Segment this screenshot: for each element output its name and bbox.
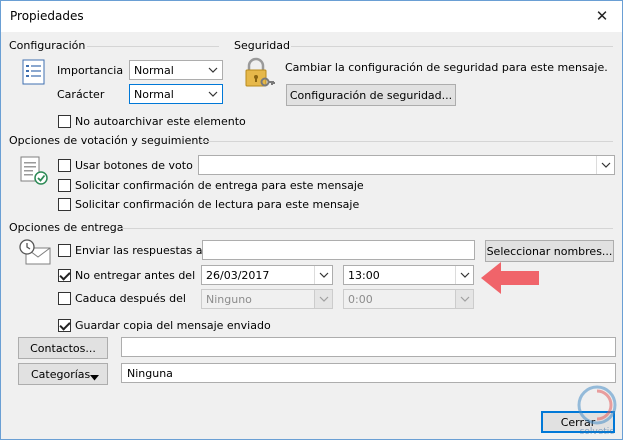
chevron-down-icon: [455, 290, 473, 308]
voting-document-icon: [18, 155, 50, 187]
chevron-down-icon: [455, 266, 473, 284]
confirm-entrega-label: Solicitar confirmación de entrega para e…: [75, 179, 364, 192]
importancia-value: Normal: [134, 64, 174, 77]
chevron-down-icon: [314, 266, 332, 284]
votacion-divider: [201, 141, 613, 142]
chevron-down-icon: [314, 290, 332, 308]
annotation-arrow-icon: [479, 260, 541, 296]
no-entregar-date-select[interactable]: 26/03/2017: [201, 265, 333, 285]
caduca-date-select[interactable]: Ninguno: [201, 289, 333, 309]
categories-button[interactable]: Categorías: [18, 363, 108, 385]
delivery-clock-envelope-icon: [18, 238, 52, 268]
seguridad-divider: [291, 46, 613, 47]
chevron-down-icon: [204, 61, 222, 79]
guardar-copia-label: Guardar copia del mensaje enviado: [75, 319, 271, 332]
entrega-title: Opciones de entrega: [9, 221, 124, 234]
chevron-down-icon: [596, 156, 614, 174]
caracter-select[interactable]: Normal: [129, 84, 223, 104]
confirm-entrega-checkbox[interactable]: [58, 179, 71, 192]
window-title: Propiedades: [10, 9, 84, 23]
entrega-divider: [119, 228, 613, 229]
contacts-input[interactable]: [121, 337, 616, 357]
security-settings-button-label: Configuración de seguridad...: [289, 88, 453, 102]
caracter-label: Carácter: [57, 88, 105, 101]
categories-button-label: Categorías: [31, 367, 91, 381]
confirm-lectura-checkbox[interactable]: [58, 198, 71, 211]
no-entregar-time-value: 13:00: [348, 269, 380, 282]
usar-botones-label: Usar botones de voto: [75, 159, 193, 172]
importancia-label: Importancia: [57, 64, 124, 77]
caduca-checkbox[interactable]: [58, 292, 71, 305]
caduca-date-value: Ninguno: [206, 293, 252, 306]
chevron-down-icon: [204, 85, 222, 103]
enviar-respuestas-checkbox[interactable]: [58, 244, 71, 257]
enviar-respuestas-label: Enviar las respuestas a: [75, 244, 203, 257]
title-bar: Propiedades ✕: [1, 1, 622, 32]
security-lock-icon: [243, 57, 275, 91]
no-entregar-label: No entregar antes del: [75, 269, 196, 282]
close-button[interactable]: ✕: [590, 4, 614, 28]
settings-list-icon: [21, 59, 47, 85]
security-settings-button[interactable]: Configuración de seguridad...: [286, 84, 456, 106]
seguridad-title: Seguridad: [234, 39, 290, 52]
configuracion-divider: [87, 46, 219, 47]
caduca-time-value: 0:00: [348, 293, 373, 306]
guardar-copia-checkbox[interactable]: [58, 319, 71, 332]
importancia-select[interactable]: Normal: [129, 60, 223, 80]
seguridad-description: Cambiar la configuración de seguridad pa…: [285, 61, 608, 74]
solvetic-watermark-logo: solvetic: [574, 385, 620, 437]
voting-buttons-select[interactable]: [198, 155, 615, 175]
configuracion-title: Configuración: [9, 39, 86, 52]
properties-dialog: Propiedades ✕ Configuración Importancia …: [0, 0, 623, 440]
no-entregar-checkbox[interactable]: [58, 269, 71, 282]
select-names-button-label: Seleccionar nombres...: [486, 244, 613, 258]
caduca-label: Caduca después del: [75, 292, 186, 305]
usar-botones-checkbox[interactable]: [58, 159, 71, 172]
watermark-text: solvetic: [580, 427, 615, 437]
confirm-lectura-label: Solicitar confirmación de lectura para e…: [75, 198, 360, 211]
reply-to-input[interactable]: [202, 240, 475, 260]
close-icon: ✕: [595, 7, 609, 25]
no-autoarchivar-label: No autoarchivar este elemento: [75, 115, 246, 128]
no-entregar-date-value: 26/03/2017: [206, 269, 270, 282]
caret-down-icon: [90, 371, 99, 384]
select-names-button[interactable]: Seleccionar nombres...: [485, 240, 614, 262]
contacts-button-label: Contactos...: [30, 341, 96, 355]
categories-input[interactable]: Ninguna: [121, 363, 616, 383]
contacts-button[interactable]: Contactos...: [18, 337, 108, 359]
no-entregar-time-select[interactable]: 13:00: [343, 265, 474, 285]
caduca-time-select[interactable]: 0:00: [343, 289, 474, 309]
categories-value: Ninguna: [127, 367, 173, 380]
no-autoarchivar-checkbox[interactable]: [58, 115, 71, 128]
votacion-title: Opciones de votación y seguimiento: [9, 134, 210, 147]
caracter-value: Normal: [134, 88, 174, 101]
